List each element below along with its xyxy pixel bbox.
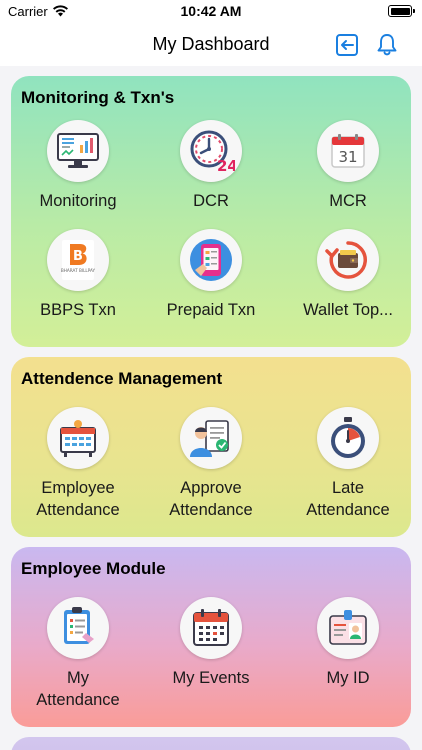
my-events-label: My Events	[144, 667, 278, 689]
employee-attendance-label-line2: Attendance	[36, 501, 120, 519]
approve-person-icon	[180, 407, 242, 469]
late-attendance-tile[interactable]: Late Attendance	[281, 407, 411, 521]
dashboard-screen: Carrier 10:42 AM My Dashboard Monitoring…	[0, 0, 422, 750]
attendance-section: Attendence Management Employee Attendanc…	[11, 357, 411, 537]
bbps-logo-letter: B	[73, 249, 83, 264]
stopwatch-icon	[317, 407, 379, 469]
my-attendance-label: My Attendance	[11, 667, 145, 711]
employee-attendance-tile[interactable]: Employee Attendance	[11, 407, 145, 521]
dcr-label: DCR	[193, 192, 229, 210]
id-card-icon	[317, 597, 379, 659]
monitoring-section: Monitoring & Txn's Monitoring 24 DCR 31 …	[11, 76, 411, 347]
bbps-logo-text: BHARAT BILLPAY	[61, 268, 96, 273]
my-id-tile[interactable]: My ID	[281, 597, 411, 689]
wallet-refresh-icon	[317, 229, 379, 291]
employee-module-section: Employee Module My Attendance My Events …	[11, 547, 411, 727]
monitoring-section-title: Monitoring & Txn's	[21, 88, 175, 107]
approve-attendance-label: Approve Attendance	[144, 477, 278, 521]
approve-attendance-label-line1: Approve	[180, 479, 242, 497]
employee-attendance-label: Employee Attendance	[11, 477, 145, 521]
my-attendance-label-line1: My	[67, 669, 89, 687]
my-events-tile[interactable]: My Events	[144, 597, 278, 689]
employee-module-section-title: Employee Module	[21, 559, 166, 578]
mcr-label: MCR	[329, 192, 367, 210]
bell-icon[interactable]	[373, 31, 401, 59]
bbps-txn-label: BBPS Txn	[40, 301, 116, 319]
battery-icon	[388, 5, 415, 17]
mcr-badge: 31	[338, 148, 357, 166]
dcr-clock-icon: 24	[180, 120, 242, 182]
late-attendance-label-line1: Late	[331, 479, 365, 497]
logout-icon[interactable]	[333, 31, 361, 59]
nav-bar: My Dashboard	[0, 24, 422, 66]
status-bar: Carrier 10:42 AM	[0, 0, 422, 24]
my-attendance-label-line2: Attendance	[36, 691, 120, 709]
my-events-label-line1: My Events	[172, 669, 250, 687]
my-attendance-tile[interactable]: My Attendance	[11, 597, 145, 711]
prepaid-txn-label: Prepaid Txn	[166, 301, 256, 319]
late-attendance-label: Late Attendance	[281, 477, 411, 521]
events-calendar-icon	[180, 597, 242, 659]
wallet-topup-tile[interactable]: Wallet Top...	[281, 229, 411, 321]
attendance-section-title: Attendence Management	[21, 369, 223, 388]
dcr-badge: 24	[217, 157, 235, 175]
status-time: 10:42 AM	[180, 3, 242, 19]
attendance-board-icon	[47, 407, 109, 469]
mcr-tile[interactable]: 31 MCR	[281, 120, 411, 212]
monitor-icon	[47, 120, 109, 182]
monitoring-tile[interactable]: Monitoring	[11, 120, 145, 212]
dcr-tile[interactable]: 24 DCR	[144, 120, 278, 212]
employee-attendance-label-line1: Employee	[41, 479, 115, 497]
mobile-payment-icon	[180, 229, 242, 291]
clipboard-icon	[47, 597, 109, 659]
prepaid-txn-tile[interactable]: Prepaid Txn	[144, 229, 278, 321]
my-id-label-line1: My ID	[326, 669, 370, 687]
my-id-label: My ID	[281, 667, 411, 689]
late-attendance-label-line2: Attendance	[306, 501, 390, 519]
approve-attendance-tile[interactable]: Approve Attendance	[144, 407, 278, 521]
next-section-card	[11, 737, 411, 750]
bbps-txn-tile[interactable]: B BHARAT BILLPAY BBPS Txn	[11, 229, 145, 321]
bharat-billpay-logo: B BHARAT BILLPAY	[47, 229, 109, 291]
approve-attendance-label-line2: Attendance	[169, 501, 253, 519]
calendar-icon: 31	[317, 120, 379, 182]
wallet-topup-label: Wallet Top...	[303, 301, 393, 319]
monitoring-label: Monitoring	[39, 192, 117, 210]
